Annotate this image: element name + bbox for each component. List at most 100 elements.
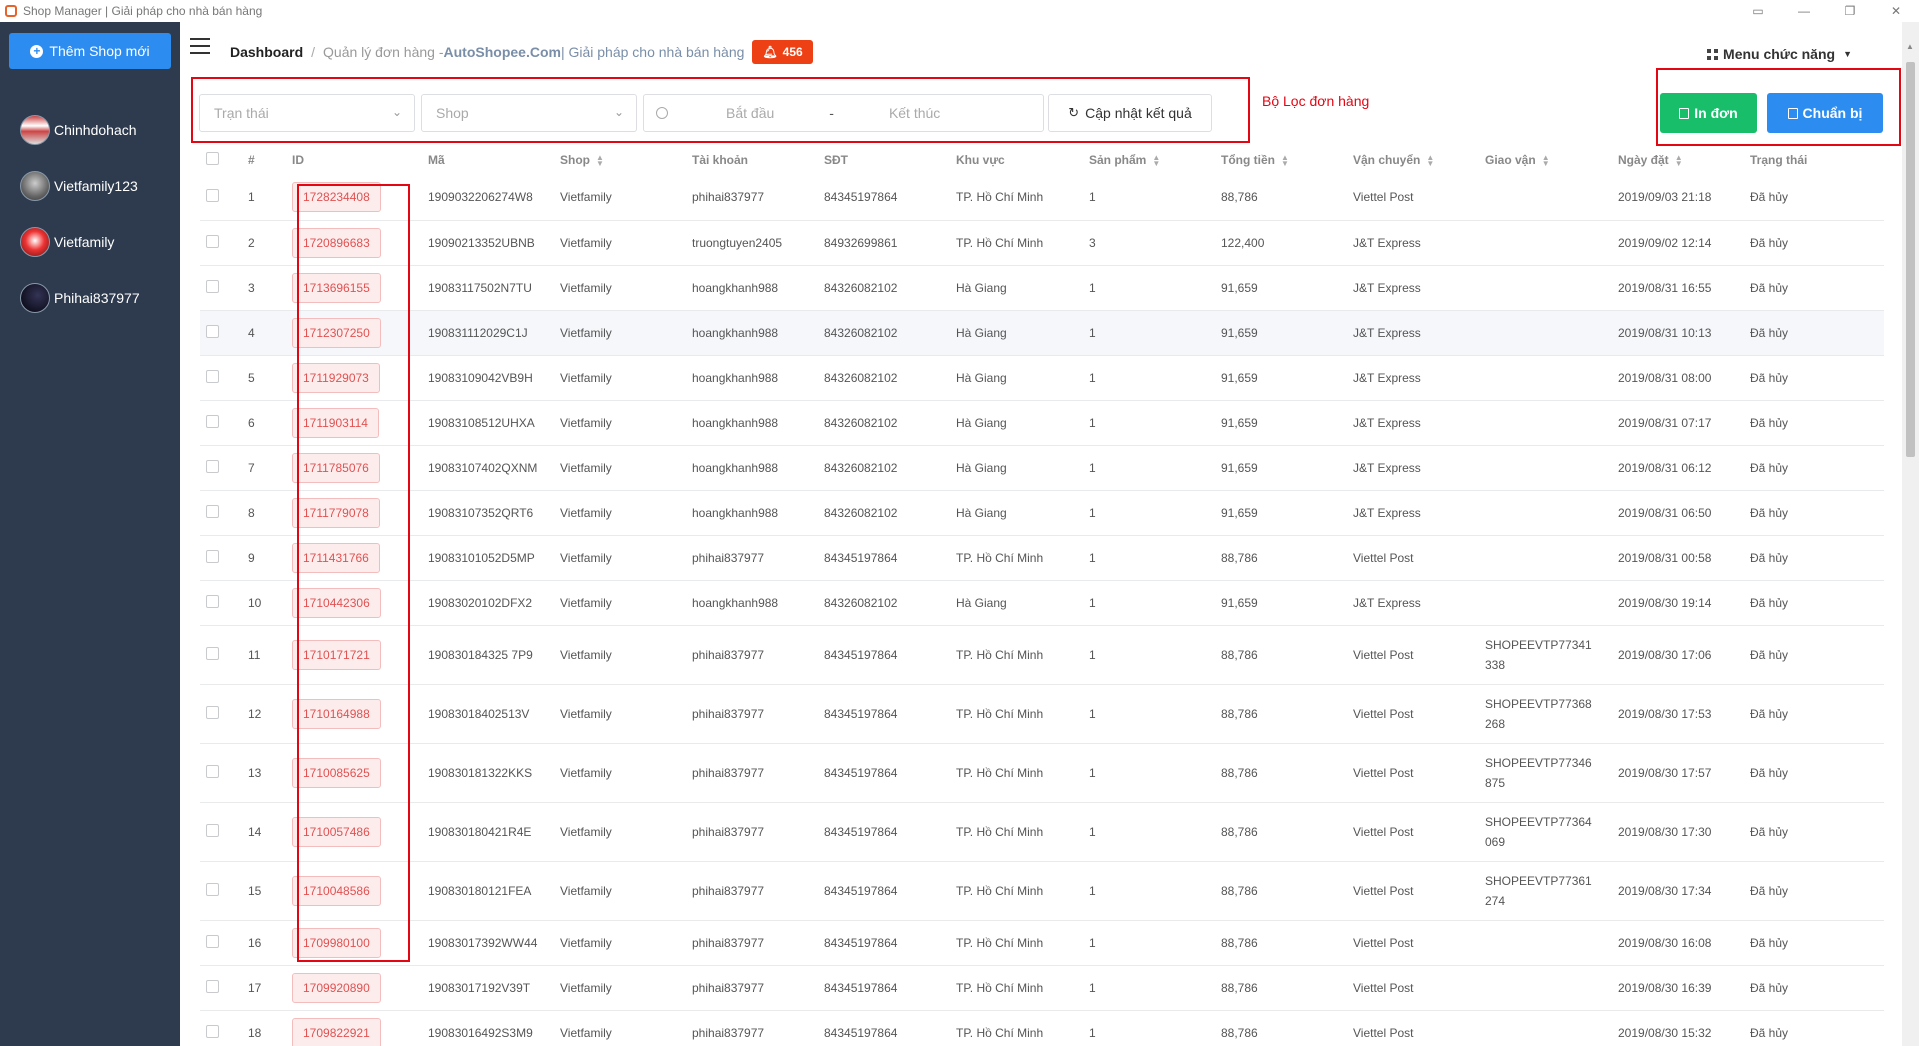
start-date-input[interactable]: Bắt đầu xyxy=(726,105,774,121)
table-row[interactable]: 18 1709822921 19083016492S3M9 Vietfamily phi… xyxy=(200,1010,1884,1046)
add-shop-button[interactable]: + Thêm Shop mới xyxy=(9,33,171,69)
order-id-tag[interactable]: 1711779078 xyxy=(292,497,380,528)
order-id-tag[interactable]: 1711785076 xyxy=(292,452,380,483)
table-row[interactable]: 16 1709980100 19083017392WW44 Vietfamily phi… xyxy=(200,920,1884,966)
cell-total: 88,786 xyxy=(1215,535,1347,581)
order-id-tag[interactable]: 1711431766 xyxy=(292,542,380,573)
row-checkbox[interactable] xyxy=(206,369,219,383)
table-row[interactable]: 10 1710442306 19083020102DFX2 Vietfamily hoa… xyxy=(200,580,1884,626)
column-header-date[interactable]: Ngày đặt ▲ ▼ xyxy=(1612,145,1744,175)
breadcrumb-home[interactable]: Dashboard xyxy=(230,44,303,60)
row-checkbox[interactable] xyxy=(206,934,219,948)
order-id-tag[interactable]: 1710442306 xyxy=(292,587,381,618)
row-checkbox[interactable] xyxy=(206,594,219,608)
hamburger-menu-icon[interactable] xyxy=(190,38,210,54)
row-checkbox[interactable] xyxy=(206,504,219,518)
table-row[interactable]: 4 1712307250 190831112029C1J Vietfamily hoan… xyxy=(200,310,1884,356)
minimize-icon[interactable]: — xyxy=(1781,0,1827,22)
sort-icon[interactable]: ▲ ▼ xyxy=(1675,153,1683,167)
status-select[interactable]: Trạn thái ⌄ xyxy=(199,94,415,132)
breadcrumb-tagline: | Giải pháp cho nhà bán hàng xyxy=(560,44,745,60)
row-checkbox[interactable] xyxy=(206,764,219,778)
row-checkbox[interactable] xyxy=(206,189,219,203)
row-checkbox[interactable] xyxy=(206,882,219,896)
order-id-tag[interactable]: 1710164988 xyxy=(292,698,381,729)
row-checkbox[interactable] xyxy=(206,414,219,428)
sort-icon[interactable]: ▲ ▼ xyxy=(1542,153,1550,167)
order-id-tag[interactable]: 1710057486 xyxy=(292,816,381,847)
scrollbar-thumb[interactable] xyxy=(1906,62,1915,457)
table-row[interactable]: 14 1710057486 190830180421R4E Vietfamily phi… xyxy=(200,802,1884,862)
table-row[interactable]: 8 1711779078 19083107352QRT6 Vietfamily hoan… xyxy=(200,490,1884,536)
table-row[interactable]: 5 1711929073 19083109042VB9H Vietfamily hoan… xyxy=(200,355,1884,401)
table-row[interactable]: 17 1709920890 19083017192V39T Vietfamily phi… xyxy=(200,965,1884,1011)
row-checkbox[interactable] xyxy=(206,646,219,660)
sidebar-item-shop[interactable]: Phihai837977 xyxy=(0,270,180,326)
column-header-total[interactable]: Tổng tiền ▲ ▼ xyxy=(1215,145,1347,175)
cell-shop: Vietfamily xyxy=(554,625,686,685)
row-checkbox[interactable] xyxy=(206,459,219,473)
cell-text-tracking: SHOPEEVTP77346 875 xyxy=(1485,755,1592,790)
column-header-shop[interactable]: Shop ▲ ▼ xyxy=(554,145,686,175)
sidebar-item-shop[interactable]: Chinhdohach xyxy=(0,102,180,158)
order-id-tag[interactable]: 1710085625 xyxy=(292,757,381,788)
order-id-tag[interactable]: 1712307250 xyxy=(292,317,381,348)
sidebar-item-shop[interactable]: Vietfamily123 xyxy=(0,158,180,214)
window-toggle-icon[interactable]: ▭ xyxy=(1735,0,1781,22)
order-id-tag[interactable]: 1713696155 xyxy=(292,272,381,303)
close-icon[interactable]: ✕ xyxy=(1873,0,1919,22)
row-checkbox[interactable] xyxy=(206,324,219,338)
sort-icon[interactable]: ▲ ▼ xyxy=(596,153,604,167)
order-id-tag[interactable]: 1710048586 xyxy=(292,875,381,906)
order-id-tag[interactable]: 1709980100 xyxy=(292,927,381,958)
row-checkbox[interactable] xyxy=(206,705,219,719)
add-shop-label: Thêm Shop mới xyxy=(49,43,150,59)
select-all-checkbox[interactable] xyxy=(206,152,219,165)
table-row[interactable]: 15 1710048586 190830180121FEA Vietfamily phi… xyxy=(200,861,1884,921)
row-checkbox[interactable] xyxy=(206,549,219,563)
table-row[interactable]: 9 1711431766 19083101052D5MP Vietfamily phih… xyxy=(200,535,1884,581)
cell-total: 91,659 xyxy=(1215,400,1347,446)
scrollbar[interactable]: ▲ xyxy=(1902,22,1919,1046)
shop-select[interactable]: Shop ⌄ xyxy=(421,94,637,132)
notification-badge[interactable]: 🔔︎ 456 xyxy=(752,40,813,64)
prepare-button[interactable]: Chuẩn bị xyxy=(1767,93,1883,133)
order-id-tag[interactable]: 1709920890 xyxy=(292,972,381,1003)
column-header-shipping[interactable]: Vận chuyển ▲ ▼ xyxy=(1347,145,1479,175)
sort-icon[interactable]: ▲ ▼ xyxy=(1426,153,1434,167)
print-order-button[interactable]: In đơn xyxy=(1660,93,1757,133)
order-id-tag[interactable]: 1728234408 xyxy=(292,182,381,213)
date-range-picker[interactable]: Bắt đầu - Kết thúc xyxy=(643,94,1044,132)
sort-icon[interactable]: ▲ ▼ xyxy=(1152,153,1160,167)
row-checkbox[interactable] xyxy=(206,1024,219,1038)
row-checkbox[interactable] xyxy=(206,979,219,993)
table-row[interactable]: 6 1711903114 19083108512UHXA Vietfamily hoan… xyxy=(200,400,1884,446)
restore-icon[interactable]: ❐ xyxy=(1827,0,1873,22)
refresh-results-button[interactable]: ↻ Cập nhật kết quả xyxy=(1048,94,1212,132)
table-row[interactable]: 7 1711785076 19083107402QXNM Vietfamily hoan… xyxy=(200,445,1884,491)
row-checkbox[interactable] xyxy=(206,234,219,248)
column-header-label: Giao vận xyxy=(1485,153,1536,167)
sidebar-item-shop[interactable]: Vietfamily xyxy=(0,214,180,270)
scroll-up-icon[interactable]: ▲ xyxy=(1906,42,1914,51)
column-header-tracking[interactable]: Giao vận ▲ ▼ xyxy=(1479,145,1612,175)
table-row[interactable]: 3 1713696155 19083117502N7TU Vietfamily hoan… xyxy=(200,265,1884,311)
table-row[interactable]: 2 1720896683 19090213352UBNB Vietfamily truo… xyxy=(200,220,1884,266)
row-checkbox[interactable] xyxy=(206,279,219,293)
sort-icon[interactable]: ▲ ▼ xyxy=(1281,153,1289,167)
cell-text-num: 3 xyxy=(248,280,255,295)
table-row[interactable]: 13 1710085625 190830181322KKS Vietfamily phi… xyxy=(200,743,1884,803)
column-header-products[interactable]: Sản phẩm ▲ ▼ xyxy=(1083,145,1215,175)
order-id-tag[interactable]: 1711903114 xyxy=(292,407,379,438)
order-id-tag[interactable]: 1711929073 xyxy=(292,362,380,393)
order-id-tag[interactable]: 1710171721 xyxy=(292,639,381,670)
table-row[interactable]: 11 1710171721 190830184325 7P9 Vietfamily ph… xyxy=(200,625,1884,685)
table-row[interactable]: 1 1728234408 1909032206274W8 Vietfamily phih… xyxy=(200,175,1884,221)
order-id-tag[interactable]: 1720896683 xyxy=(292,227,381,258)
cell-text-account: phihai837977 xyxy=(692,765,765,780)
end-date-input[interactable]: Kết thúc xyxy=(889,105,940,121)
function-menu-button[interactable]: Menu chức năng ▼ xyxy=(1707,46,1852,62)
row-checkbox[interactable] xyxy=(206,823,219,837)
order-id-tag[interactable]: 1709822921 xyxy=(292,1017,381,1046)
table-row[interactable]: 12 1710164988 19083018402513V Vietfamily phi… xyxy=(200,684,1884,744)
